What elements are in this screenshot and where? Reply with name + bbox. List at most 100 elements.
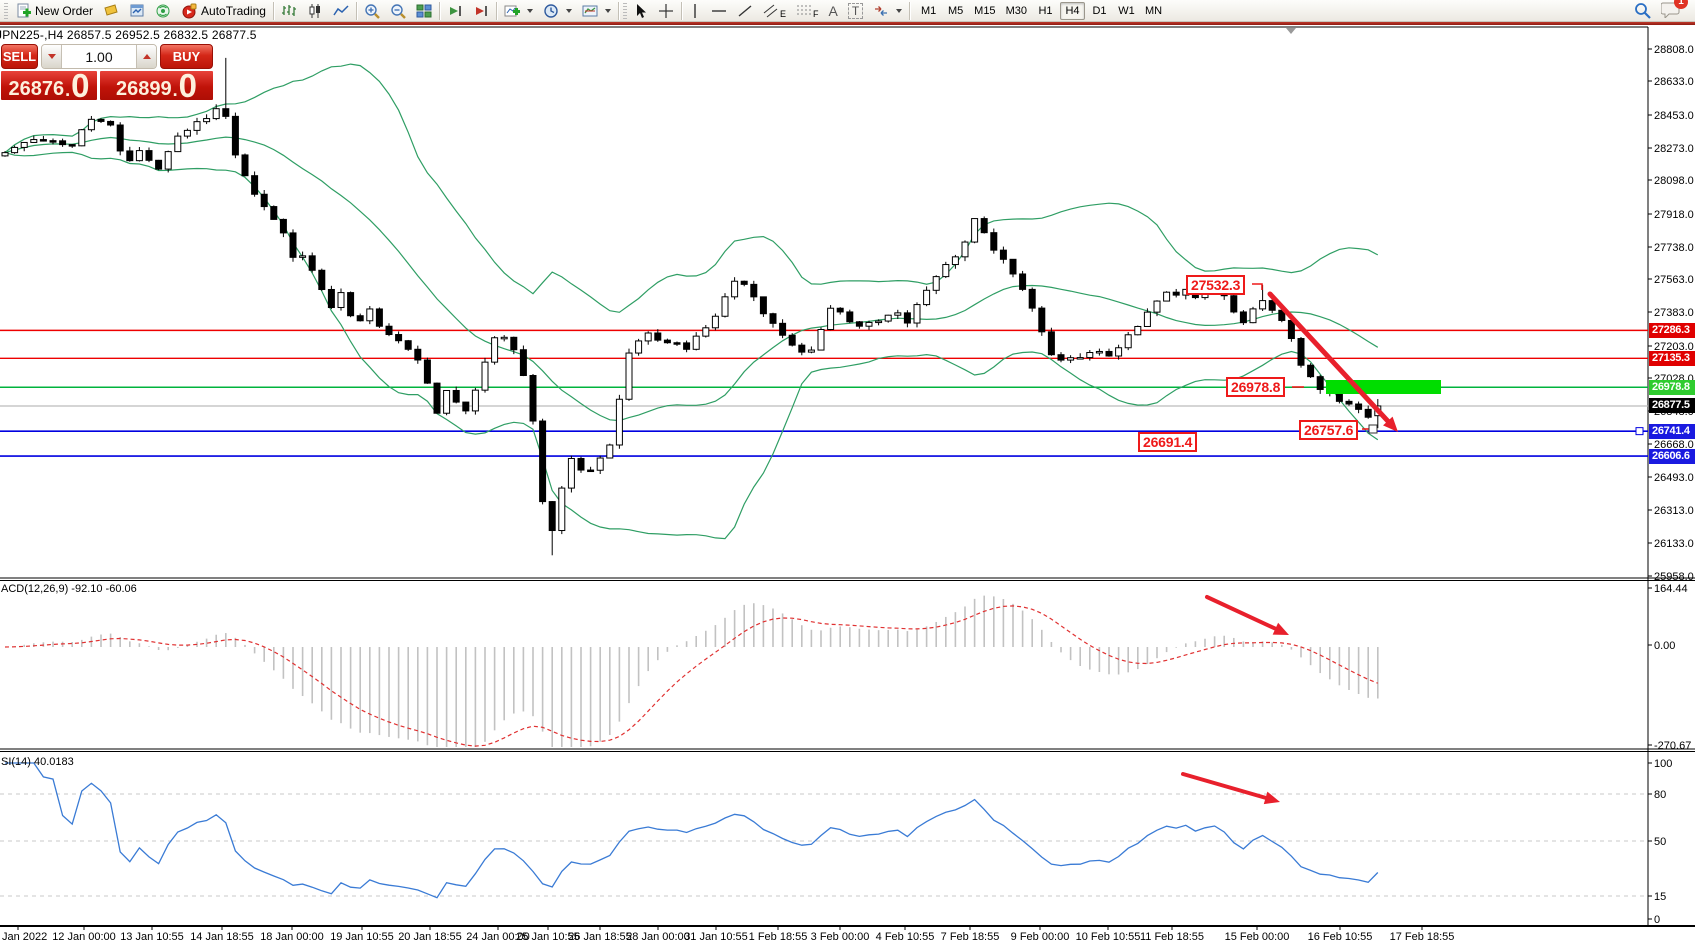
buy-price-dot: . xyxy=(173,81,178,99)
toolbar-drag-handle[interactable] xyxy=(4,3,8,19)
line-chart-button[interactable] xyxy=(328,1,354,21)
toolbar-drag-handle[interactable] xyxy=(623,3,627,19)
notification-badge: 1 xyxy=(1674,0,1688,9)
price-annotation-label[interactable]: 26691.4 xyxy=(1138,432,1197,452)
svg-text:50: 50 xyxy=(1654,836,1666,848)
tab-timeframe-D1[interactable]: D1 xyxy=(1087,2,1112,20)
svg-text:18 Jan 00:00: 18 Jan 00:00 xyxy=(260,931,324,943)
horizontal-line-icon xyxy=(711,3,727,19)
sell-button[interactable]: SELL xyxy=(1,44,38,69)
buy-price[interactable]: 26899 . 0 xyxy=(100,71,213,100)
sell-price-dot: . xyxy=(65,81,70,99)
new-order-label: New Order xyxy=(35,4,93,18)
trendline-icon xyxy=(737,3,753,19)
svg-text:3 Feb 00:00: 3 Feb 00:00 xyxy=(811,931,870,943)
autotrading-button[interactable]: AutoTrading xyxy=(176,1,271,21)
window-border xyxy=(0,22,1695,25)
svg-text:25958.0: 25958.0 xyxy=(1654,571,1694,583)
svg-text:26133.0: 26133.0 xyxy=(1654,538,1694,550)
tab-timeframe-M5[interactable]: M5 xyxy=(943,2,968,20)
tab-timeframe-W1[interactable]: W1 xyxy=(1114,2,1139,20)
text-tool-button[interactable]: A xyxy=(823,1,842,21)
price-annotation-label[interactable]: 26978.8 xyxy=(1226,377,1285,397)
new-order-icon xyxy=(15,3,31,19)
bar-chart-button[interactable] xyxy=(276,1,302,21)
axis-price-tag: 27135.3 xyxy=(1649,351,1695,366)
macd-label: ACD(12,26,9) -92.10 -60.06 xyxy=(1,583,137,595)
label-tool-icon: T xyxy=(848,3,863,19)
autotrading-icon xyxy=(181,3,197,19)
tab-timeframe-H1[interactable]: H1 xyxy=(1033,2,1058,20)
svg-text:27918.0: 27918.0 xyxy=(1654,209,1694,221)
svg-text:7 Feb 18:55: 7 Feb 18:55 xyxy=(941,931,1000,943)
candlestick-chart-button[interactable] xyxy=(302,1,328,21)
buy-button[interactable]: BUY xyxy=(160,44,213,69)
tab-timeframe-M30[interactable]: M30 xyxy=(1002,2,1031,20)
auto-scroll-button[interactable] xyxy=(442,1,468,21)
notifications-button[interactable]: 1 xyxy=(1661,1,1681,21)
market-watch-button[interactable] xyxy=(98,1,124,21)
toolbar-separator xyxy=(356,2,357,20)
sell-price[interactable]: 26876 . 0 xyxy=(1,71,97,100)
tab-timeframe-M15[interactable]: M15 xyxy=(970,2,999,20)
shapes-tool-button[interactable] xyxy=(868,1,907,21)
volume-decrease-button[interactable] xyxy=(42,45,62,68)
shapes-arrows-icon xyxy=(873,3,889,19)
rsi-label: SI(14) 40.0183 xyxy=(1,756,74,768)
crosshair-tool-button[interactable] xyxy=(653,1,679,21)
indicators-icon xyxy=(504,3,520,19)
templates-button[interactable] xyxy=(577,1,616,21)
tile-windows-icon xyxy=(416,3,432,19)
channel-tool-button[interactable]: E xyxy=(758,1,791,21)
bar-chart-icon xyxy=(281,3,297,19)
zoom-out-button[interactable] xyxy=(385,1,411,21)
svg-text:28808.0: 28808.0 xyxy=(1654,44,1694,56)
svg-text:27738.0: 27738.0 xyxy=(1654,242,1694,254)
sell-price-int: 26876 xyxy=(9,79,65,99)
price-annotation-label[interactable]: 27532.3 xyxy=(1186,275,1245,295)
new-order-button[interactable]: New Order xyxy=(10,1,98,21)
indicators-button[interactable] xyxy=(499,1,538,21)
svg-text:19 Jan 10:55: 19 Jan 10:55 xyxy=(330,931,394,943)
zoom-in-button[interactable] xyxy=(359,1,385,21)
cursor-icon xyxy=(634,3,648,19)
volume-stepper: 1.00 xyxy=(41,44,157,69)
svg-text:28 Jan 00:00: 28 Jan 00:00 xyxy=(626,931,690,943)
tile-windows-button[interactable] xyxy=(411,1,437,21)
chart-shift-marker[interactable] xyxy=(1286,28,1296,34)
trendline-tool-button[interactable] xyxy=(732,1,758,21)
crosshair-icon xyxy=(658,3,674,19)
price-annotation-label[interactable]: 26757.6 xyxy=(1299,420,1358,440)
search-icon[interactable] xyxy=(1634,2,1651,19)
chart-ohlc-title: JPN225-,H4 26857.5 26952.5 26832.5 26877… xyxy=(0,28,257,42)
svg-text:16 Feb 10:55: 16 Feb 10:55 xyxy=(1308,931,1373,943)
horizontal-line-tool-button[interactable] xyxy=(706,1,732,21)
cursor-tool-button[interactable] xyxy=(629,1,653,21)
tab-timeframe-H4[interactable]: H4 xyxy=(1060,2,1085,20)
vertical-line-tool-button[interactable] xyxy=(684,1,706,21)
tab-timeframe-M1[interactable]: M1 xyxy=(916,2,941,20)
svg-text:28273.0: 28273.0 xyxy=(1654,143,1694,155)
zoom-in-icon xyxy=(364,3,380,19)
data-window-button[interactable] xyxy=(124,1,150,21)
volume-down-icon xyxy=(48,54,56,59)
svg-text:9 Feb 00:00: 9 Feb 00:00 xyxy=(1011,931,1070,943)
svg-text:26493.0: 26493.0 xyxy=(1654,472,1694,484)
volume-value[interactable]: 1.00 xyxy=(62,45,136,68)
one-click-trading-panel: SELL 1.00 BUY 26876 . 0 26899 . 0 xyxy=(1,44,213,100)
channel-letter: E xyxy=(780,9,786,19)
chart-shift-button[interactable] xyxy=(468,1,494,21)
fibonacci-tool-button[interactable]: F xyxy=(791,1,824,21)
svg-text:11 Feb 18:55: 11 Feb 18:55 xyxy=(1140,931,1204,943)
chart-canvas[interactable]: 28808.028633.028453.028273.028098.027918… xyxy=(0,0,1695,945)
volume-increase-button[interactable] xyxy=(136,45,156,68)
main-toolbar: New Order xyxy=(0,0,1695,22)
signals-icon xyxy=(155,3,171,19)
periods-button[interactable] xyxy=(538,1,577,21)
tab-timeframe-MN[interactable]: MN xyxy=(1141,2,1166,20)
trading-terminal-window: New Order xyxy=(0,0,1695,945)
toolbar-separator xyxy=(909,2,910,20)
label-tool-button[interactable]: T xyxy=(843,1,868,21)
svg-text:12 Jan 00:00: 12 Jan 00:00 xyxy=(52,931,116,943)
signals-button[interactable] xyxy=(150,1,176,21)
